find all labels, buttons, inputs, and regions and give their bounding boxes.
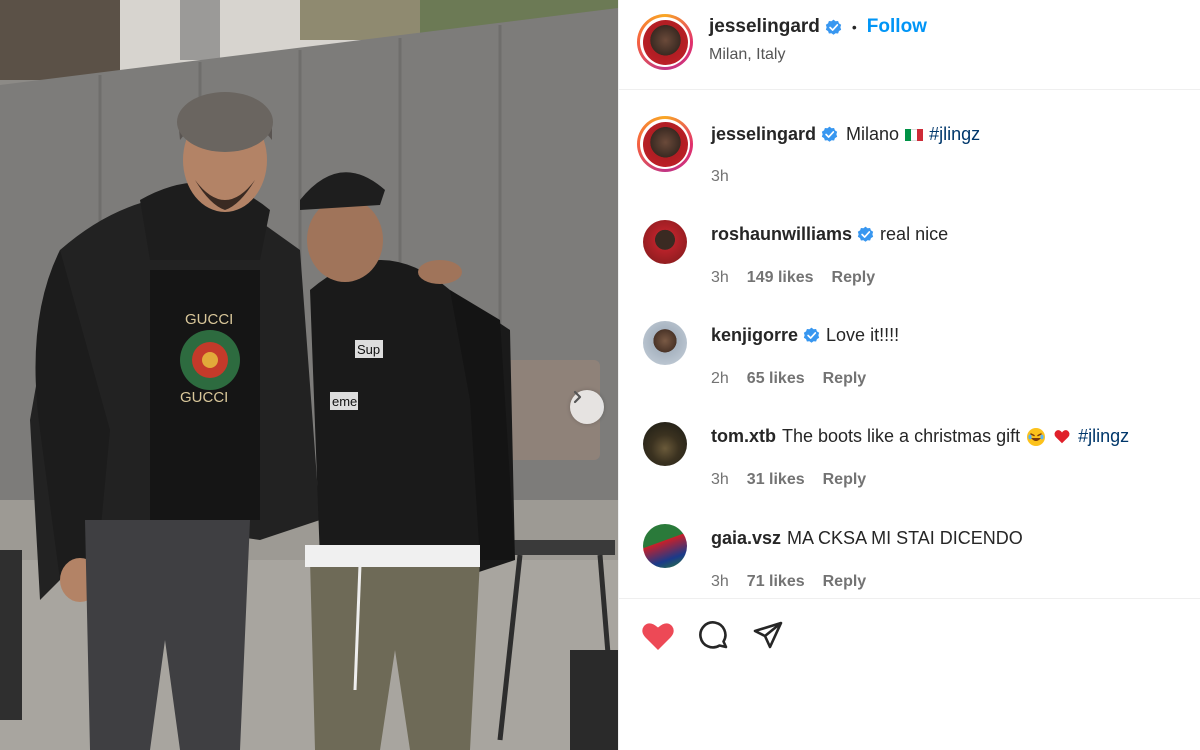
caption-avatar[interactable] <box>637 116 693 172</box>
comment-item: tom.xtb The boots like a christmas gift … <box>619 416 1200 508</box>
commenter-username[interactable]: tom.xtb <box>711 426 776 447</box>
commenter-avatar[interactable] <box>643 422 687 466</box>
commenter-username[interactable]: kenjigorre <box>711 325 798 346</box>
post-caption: jesselingard Milano #jlingz 3h <box>619 110 1200 200</box>
caption-hashtag[interactable]: #jlingz <box>929 124 980 145</box>
comment-likes[interactable]: 31 likes <box>747 471 805 489</box>
share-icon <box>753 621 783 649</box>
comment-timestamp: 3h <box>711 471 729 488</box>
caption-username[interactable]: jesselingard <box>711 124 816 145</box>
comment-likes[interactable]: 71 likes <box>747 573 805 591</box>
comment-timestamp: 3h <box>711 573 729 590</box>
author-avatar[interactable] <box>637 14 693 70</box>
commenter-username[interactable]: gaia.vsz <box>711 528 781 549</box>
photo-illustration: GUCCI GUCCI Sup eme <box>0 0 618 750</box>
follow-button[interactable]: Follow <box>867 16 927 38</box>
action-bar <box>619 598 1200 750</box>
post-panel: jesselingard • Follow Milan, Italy jesse… <box>618 0 1200 750</box>
post-location[interactable]: Milan, Italy <box>709 46 785 64</box>
next-photo-button[interactable] <box>570 390 604 424</box>
reply-button[interactable]: Reply <box>823 370 867 388</box>
hoodie-logo-1: Sup <box>357 342 380 357</box>
post-header: jesselingard • Follow Milan, Italy <box>619 0 1200 90</box>
comment-text: real nice <box>880 224 949 244</box>
commenter-avatar[interactable] <box>643 321 687 365</box>
verified-badge-icon <box>821 126 838 143</box>
comment-item: roshaunwilliams real nice 3h 149 likes R… <box>619 214 1200 306</box>
comment-item: kenjigorre Love it!!!! 2h 65 likes Reply <box>619 315 1200 407</box>
share-button[interactable] <box>751 619 785 653</box>
verified-badge-icon <box>825 19 842 36</box>
reply-button[interactable]: Reply <box>823 573 867 591</box>
verified-badge-icon <box>857 226 874 243</box>
comment-icon <box>699 621 728 649</box>
comment-text: The boots like a christmas gift <box>782 426 1021 446</box>
shirt-text-top: GUCCI <box>185 311 233 328</box>
shirt-text-bottom: GUCCI <box>180 389 228 406</box>
reply-button[interactable]: Reply <box>823 471 867 489</box>
caption-timestamp: 3h <box>711 168 729 185</box>
comment-timestamp: 2h <box>711 370 729 387</box>
comment-item: gaia.vsz MA CKSA MI STAI DICENDO 3h 71 l… <box>619 518 1200 610</box>
author-username[interactable]: jesselingard <box>709 16 820 38</box>
heart-icon <box>642 623 674 650</box>
comment-likes[interactable]: 65 likes <box>747 370 805 388</box>
caption-text: Milano <box>846 124 900 144</box>
comment-text: Love it!!!! <box>826 325 900 345</box>
commenter-avatar[interactable] <box>643 220 687 264</box>
separator-dot: • <box>851 19 857 35</box>
comment-text: MA CKSA MI STAI DICENDO <box>787 528 1023 548</box>
like-button[interactable] <box>641 619 675 653</box>
post-photo[interactable]: GUCCI GUCCI Sup eme <box>0 0 618 750</box>
commenter-avatar[interactable] <box>643 524 687 568</box>
comment-likes[interactable]: 149 likes <box>747 269 814 287</box>
heart-emoji-icon <box>1052 427 1072 447</box>
hoodie-logo-2: eme <box>332 394 357 409</box>
verified-badge-icon <box>803 327 820 344</box>
comment-button[interactable] <box>697 619 731 653</box>
commenter-username[interactable]: roshaunwilliams <box>711 224 852 245</box>
comment-hashtag[interactable]: #jlingz <box>1078 426 1129 447</box>
italy-flag-icon <box>905 128 924 141</box>
reply-button[interactable]: Reply <box>832 269 876 287</box>
chevron-right-icon <box>573 390 582 404</box>
laughing-emoji-icon <box>1026 427 1046 447</box>
comment-timestamp: 3h <box>711 269 729 286</box>
